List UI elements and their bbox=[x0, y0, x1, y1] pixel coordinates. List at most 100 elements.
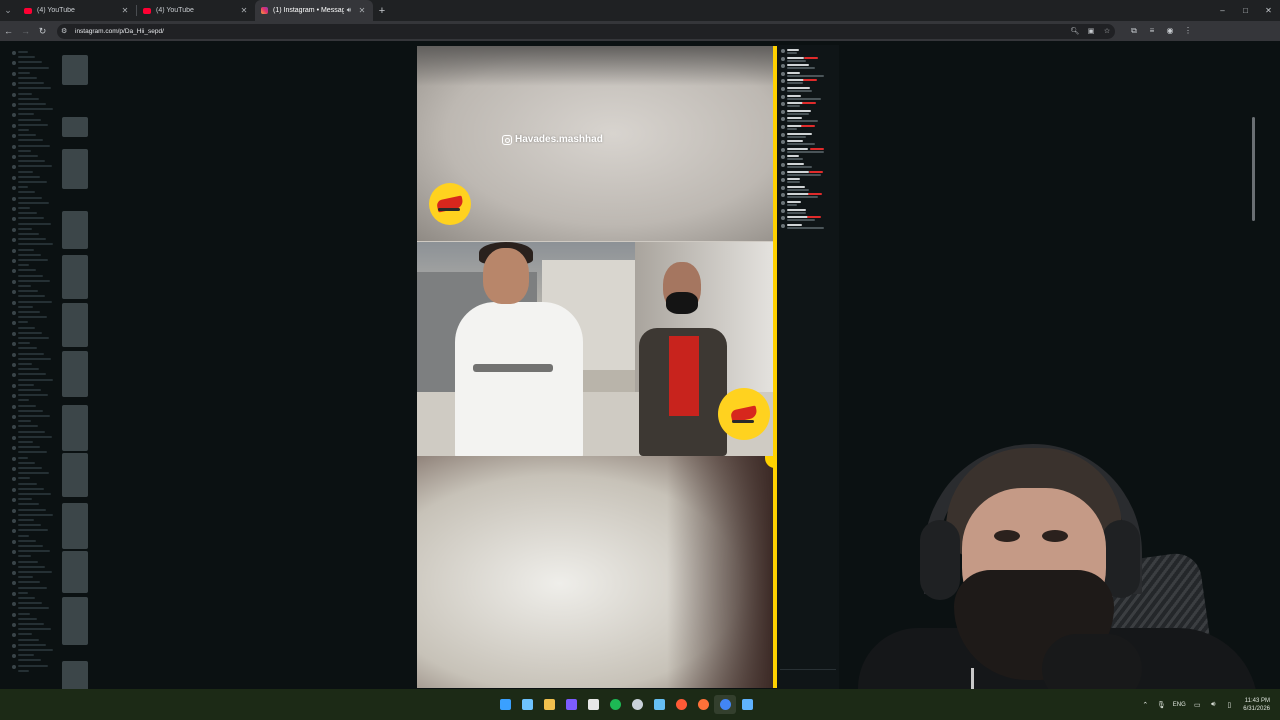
video-player[interactable]: Havades.mashhad bbox=[417, 46, 777, 688]
chat-message-body bbox=[787, 158, 803, 161]
messages-sidebar[interactable] bbox=[0, 45, 104, 701]
network-icon[interactable]: ▭ bbox=[1189, 701, 1205, 709]
sidebar-text-line bbox=[18, 295, 45, 298]
spotify-taskbar-button[interactable] bbox=[604, 695, 626, 714]
chat-message bbox=[781, 163, 835, 170]
shared-media-thumbnail[interactable] bbox=[62, 303, 88, 347]
address-bar[interactable]: ⚙ instagram.com/p/Da_Hii_sepd/ 🔍︎ ▣ ☆ bbox=[57, 23, 1115, 39]
forward-button[interactable]: → bbox=[17, 21, 34, 41]
shared-media-thumbnail[interactable] bbox=[62, 149, 88, 189]
sidebar-dot bbox=[12, 633, 16, 638]
video-watermark: Havades.mashhad bbox=[502, 134, 603, 145]
volume-icon[interactable]: 🔊︎ bbox=[1205, 701, 1221, 709]
sidebar-text-line bbox=[18, 643, 46, 646]
close-tab-icon[interactable]: ✕ bbox=[239, 6, 249, 15]
new-tab-button[interactable]: + bbox=[373, 0, 391, 21]
menu-icon[interactable]: ⋮ bbox=[1179, 26, 1197, 36]
chat-message bbox=[781, 117, 835, 124]
store-taskbar-button[interactable] bbox=[582, 695, 604, 714]
sidebar-dot bbox=[12, 456, 16, 461]
steam-taskbar-button[interactable] bbox=[648, 695, 670, 714]
sidebar-text-line bbox=[18, 233, 39, 235]
back-button[interactable]: ← bbox=[0, 21, 17, 41]
shared-media-thumbnail[interactable] bbox=[62, 255, 88, 299]
tab-search-button[interactable]: ⌄ bbox=[0, 0, 16, 21]
cast-icon[interactable]: ▣ bbox=[1083, 27, 1099, 35]
chat-panel[interactable] bbox=[777, 45, 839, 689]
chat-message bbox=[781, 71, 835, 79]
battery-icon[interactable]: ▯ bbox=[1221, 701, 1237, 709]
avatar bbox=[781, 132, 785, 137]
sidebar-text-line bbox=[18, 77, 37, 79]
shared-media-thumbnail[interactable] bbox=[62, 453, 88, 497]
sidebar-text-line bbox=[18, 66, 49, 69]
blur-shade bbox=[667, 456, 773, 688]
sidebar-text-line bbox=[18, 71, 30, 74]
shared-media-thumbnail[interactable] bbox=[62, 55, 88, 85]
tab-instagram-messages[interactable]: (1) Instagram • Messages 🔊︎ ✕ bbox=[255, 0, 373, 21]
chrome-taskbar-button[interactable] bbox=[714, 695, 736, 714]
shared-media-thumbnail[interactable] bbox=[62, 551, 88, 593]
speaker-icon[interactable]: 🔊︎ bbox=[344, 7, 354, 15]
sidebar-text-line bbox=[18, 264, 29, 267]
chat-message-body bbox=[787, 173, 821, 176]
avatar bbox=[781, 87, 785, 91]
microphone-icon[interactable]: 🎙︎ bbox=[1153, 701, 1169, 709]
sidebar-text-line bbox=[18, 373, 46, 376]
close-window-button[interactable]: ✕ bbox=[1257, 0, 1280, 21]
sidebar-text-line bbox=[18, 352, 44, 355]
chat-message-body bbox=[787, 196, 818, 199]
maximize-button[interactable]: □ bbox=[1234, 0, 1257, 21]
minimize-button[interactable]: – bbox=[1211, 0, 1234, 21]
sidebar-text-line bbox=[18, 342, 30, 345]
chat-message-body bbox=[787, 59, 806, 62]
site-info-icon[interactable]: ⚙ bbox=[61, 27, 71, 35]
scrollbar-thumb[interactable] bbox=[1252, 117, 1255, 221]
code-taskbar-button[interactable] bbox=[736, 695, 758, 714]
sidebar-dot bbox=[12, 539, 16, 544]
face-mask bbox=[666, 292, 698, 314]
profile-icon[interactable]: ◉ bbox=[1161, 26, 1179, 36]
chat-input[interactable] bbox=[780, 669, 836, 677]
sidebar-dot bbox=[12, 435, 16, 440]
sidebar-text-line bbox=[18, 363, 32, 365]
reload-button[interactable]: ↻ bbox=[34, 21, 51, 41]
copilot-taskbar-button[interactable] bbox=[560, 695, 582, 714]
sidebar-dot bbox=[12, 394, 16, 399]
tab-youtube-2[interactable]: (4) YouTube ✕ bbox=[137, 0, 255, 21]
sidebar-text-line bbox=[18, 253, 41, 256]
generic-app-taskbar-button[interactable] bbox=[670, 695, 692, 714]
avatar bbox=[781, 216, 785, 221]
shared-media-thumbnail[interactable] bbox=[62, 351, 88, 397]
task-view-taskbar-button[interactable] bbox=[516, 695, 538, 714]
tab-youtube-1[interactable]: (4) YouTube ✕ bbox=[18, 0, 136, 21]
sidebar-text-line bbox=[18, 97, 39, 100]
clock[interactable]: 11:43 PM 6/31/2026 bbox=[1243, 697, 1270, 713]
firefox-taskbar-button[interactable] bbox=[692, 695, 714, 714]
sidebar-dot bbox=[12, 279, 16, 284]
sidebar-dot bbox=[12, 82, 16, 87]
shared-media-thumbnail[interactable] bbox=[62, 597, 88, 645]
sidebar-text-line bbox=[18, 243, 53, 246]
close-tab-icon[interactable]: ✕ bbox=[120, 6, 130, 15]
github-taskbar-button[interactable] bbox=[626, 695, 648, 714]
chevron-up-icon[interactable]: ⌃ bbox=[1137, 701, 1153, 709]
chat-username bbox=[787, 170, 809, 173]
zoom-icon[interactable]: 🔍︎ bbox=[1067, 27, 1083, 35]
file-explorer-taskbar-button[interactable] bbox=[538, 695, 560, 714]
windows-start-taskbar-button[interactable] bbox=[494, 695, 516, 714]
heart-emoji-icon bbox=[809, 170, 823, 173]
sidebar-text-line bbox=[18, 316, 47, 319]
chat-username bbox=[787, 117, 802, 120]
sidebar-text-line bbox=[18, 435, 52, 438]
language-indicator[interactable]: ENG bbox=[1169, 702, 1189, 708]
extensions-icon[interactable]: ⧉ bbox=[1125, 26, 1143, 36]
chat-message bbox=[781, 223, 835, 231]
bookmark-star-icon[interactable]: ☆ bbox=[1099, 27, 1115, 35]
close-tab-icon[interactable]: ✕ bbox=[357, 6, 367, 15]
media-control-icon[interactable]: ≡ bbox=[1143, 26, 1161, 36]
shared-media-thumbnail[interactable] bbox=[62, 117, 88, 137]
shared-media-thumbnail[interactable] bbox=[62, 211, 88, 249]
shared-media-thumbnail[interactable] bbox=[62, 405, 88, 451]
shared-media-thumbnail[interactable] bbox=[62, 503, 88, 549]
